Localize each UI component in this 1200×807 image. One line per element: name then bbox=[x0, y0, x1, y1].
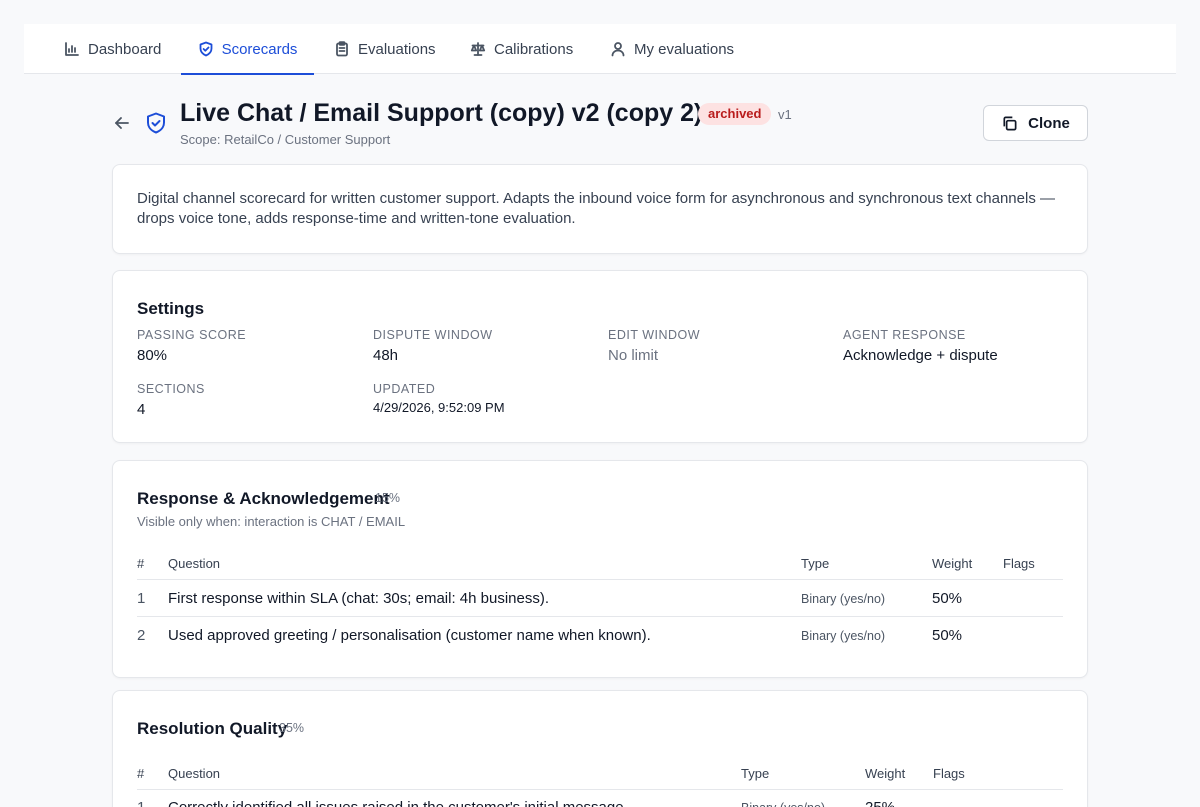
tab-scorecards[interactable]: Scorecards bbox=[181, 24, 314, 75]
back-button[interactable] bbox=[112, 113, 132, 133]
sections-value: 4 bbox=[137, 401, 146, 418]
row-weight: 50% bbox=[932, 627, 963, 644]
tab-my-evaluations[interactable]: My evaluations bbox=[602, 24, 742, 74]
clone-button[interactable]: Clone bbox=[983, 105, 1088, 141]
row-type: Binary (yes/no) bbox=[801, 629, 886, 643]
scope-label: Scope: RetailCo / Customer Support bbox=[180, 132, 391, 147]
divider bbox=[137, 579, 1063, 580]
tab-label: My evaluations bbox=[634, 40, 735, 58]
section-title: Response & Acknowledgement bbox=[137, 489, 390, 508]
row-type: Binary (yes/no) bbox=[741, 801, 825, 807]
section-title: Resolution Quality bbox=[137, 719, 288, 738]
col-header-weight: Weight bbox=[865, 766, 906, 781]
section-card: Resolution Quality 35% # Question Type W… bbox=[112, 690, 1088, 807]
sections-label: SECTIONS bbox=[137, 382, 205, 396]
divider bbox=[137, 789, 1063, 790]
settings-card: Settings PASSING SCORE 80% DISPUTE WINDO… bbox=[112, 270, 1088, 443]
row-weight: 25% bbox=[865, 799, 895, 807]
passing-score-label: PASSING SCORE bbox=[137, 328, 247, 342]
row-number: 2 bbox=[137, 627, 146, 644]
col-header-flags: Flags bbox=[933, 766, 965, 781]
row-type: Binary (yes/no) bbox=[801, 592, 886, 606]
page-title: Live Chat / Email Support (copy) v2 (cop… bbox=[180, 99, 703, 127]
passing-score-value: 80% bbox=[137, 347, 168, 364]
col-header-type: Type bbox=[801, 556, 830, 571]
tab-label: Calibrations bbox=[494, 40, 574, 58]
description-card: Digital channel scorecard for written cu… bbox=[112, 164, 1088, 254]
clipboard-icon bbox=[336, 41, 348, 57]
section-card: Response & Acknowledgement 15% Visible o… bbox=[112, 460, 1088, 678]
section-weight: 15% bbox=[375, 491, 401, 505]
version-label: v1 bbox=[778, 107, 792, 122]
shield-check-icon bbox=[199, 41, 212, 57]
shield-check-icon bbox=[144, 111, 168, 135]
bar-chart-icon bbox=[65, 42, 79, 56]
section-weight: 35% bbox=[279, 721, 305, 735]
arrow-left-icon bbox=[115, 117, 129, 129]
row-number: 1 bbox=[137, 590, 146, 607]
col-header-num: # bbox=[137, 766, 145, 781]
updated-value: 4/29/2026, 9:52:09 PM bbox=[373, 400, 505, 415]
edit-window-value: No limit bbox=[608, 347, 659, 364]
edit-window-label: EDIT WINDOW bbox=[608, 328, 701, 342]
settings-title: Settings bbox=[137, 299, 205, 318]
tab-label: Dashboard bbox=[88, 40, 162, 58]
row-question: Correctly identified all issues raised i… bbox=[168, 799, 628, 807]
tab-evaluations[interactable]: Evaluations bbox=[326, 24, 444, 74]
tab-label: Scorecards bbox=[221, 40, 298, 58]
col-header-type: Type bbox=[741, 766, 770, 781]
row-weight: 50% bbox=[932, 590, 963, 607]
scorecard-description: Digital channel scorecard for written cu… bbox=[137, 190, 1055, 227]
dispute-window-value: 48h bbox=[373, 347, 399, 364]
col-header-question: Question bbox=[168, 556, 221, 571]
tab-label: Evaluations bbox=[358, 40, 436, 58]
divider bbox=[137, 616, 1063, 617]
col-header-weight: Weight bbox=[932, 556, 973, 571]
col-header-question: Question bbox=[168, 766, 221, 781]
user-icon bbox=[611, 42, 625, 57]
dispute-window-label: DISPUTE WINDOW bbox=[373, 328, 493, 342]
copy-icon bbox=[1003, 116, 1017, 130]
col-header-num: # bbox=[137, 556, 145, 571]
row-question: First response within SLA (chat: 30s; em… bbox=[168, 590, 550, 607]
updated-label: UPDATED bbox=[373, 382, 436, 396]
tab-calibrations[interactable]: Calibrations bbox=[462, 24, 581, 74]
agent-response-value: Acknowledge + dispute bbox=[843, 347, 998, 364]
status-badge: archived bbox=[698, 103, 772, 125]
agent-response-label: AGENT RESPONSE bbox=[843, 328, 966, 342]
tab-dashboard[interactable]: Dashboard bbox=[56, 24, 169, 74]
col-header-flags: Flags bbox=[1003, 556, 1035, 571]
visibility-note: Visible only when: interaction is CHAT /… bbox=[137, 514, 406, 529]
row-question: Used approved greeting / personalisation… bbox=[168, 627, 651, 644]
row-number: 1 bbox=[137, 799, 145, 807]
clone-label: Clone bbox=[1028, 114, 1070, 132]
scales-icon bbox=[470, 42, 486, 56]
top-nav: Dashboard Scorecards Evaluations Calibra… bbox=[24, 24, 1176, 75]
